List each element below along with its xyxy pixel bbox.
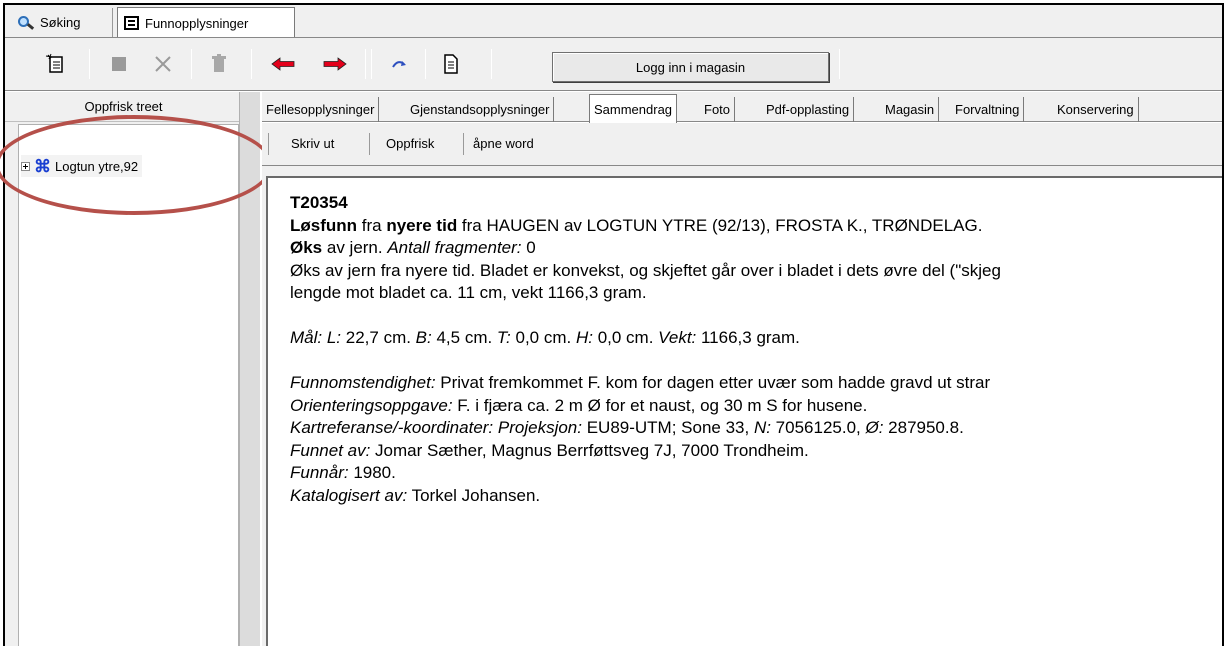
toolbar-separator — [425, 49, 426, 79]
toolbar-separator — [371, 49, 372, 79]
open-word-button[interactable]: åpne word — [473, 136, 534, 151]
refresh-button[interactable]: Oppfrisk — [386, 136, 434, 151]
tab-magasin[interactable]: Magasin — [881, 97, 940, 122]
tab-label: Konservering — [1057, 102, 1134, 117]
find-line: Løsfunn fra nyere tid fra HAUGEN av LOGT… — [290, 215, 983, 235]
command-icon: ⌘ — [34, 156, 51, 176]
previous-button[interactable] — [271, 52, 295, 76]
coordinates-line: Kartreferanse/-koordinater: Projeksjon: … — [290, 418, 964, 437]
tab-funnopplysninger[interactable]: Funnopplysninger — [117, 7, 295, 38]
tab-forvaltning[interactable]: Forvaltning — [951, 97, 1025, 122]
delete-button[interactable] — [151, 52, 175, 76]
tab-fellesopplysninger[interactable]: Fellesopplysninger — [262, 97, 380, 122]
cataloged-by-line: Katalogisert av: Torkel Johansen. — [290, 485, 541, 505]
expand-icon[interactable] — [21, 161, 30, 171]
summary-toolbar: Skriv ut Oppfrisk åpne word — [262, 123, 1222, 166]
tab-funnopplysninger-label: Funnopplysninger — [145, 15, 249, 31]
arrow-left-icon — [271, 57, 295, 71]
login-magasin-button[interactable]: Logg inn i magasin — [552, 52, 829, 82]
find-circumstance-line: Funnomstendighet: Privat fremkommet F. k… — [290, 373, 991, 392]
tab-foto[interactable]: Foto — [700, 97, 736, 122]
tab-soking-label: Søking — [40, 15, 81, 30]
toolbar-separator — [369, 133, 370, 155]
tab-label: Sammendrag — [594, 101, 673, 117]
application-window: Søking Funnopplysninger Logg inn i magas… — [0, 3, 1224, 646]
summary-document: T20354 Løsfunn fra nyere tid fra HAUGEN … — [266, 176, 1222, 646]
toolbar-separator — [191, 49, 192, 79]
form-icon — [124, 16, 139, 30]
tab-label: Forvaltning — [955, 102, 1020, 117]
tab-label: Gjenstandsopplysninger — [410, 102, 550, 117]
refresh-tree-button[interactable]: Oppfrisk treet — [5, 92, 242, 122]
redo-icon — [392, 61, 406, 68]
tree-view[interactable]: ⌘ Logtun ytre,92 — [18, 124, 239, 646]
toolbar-separator — [463, 133, 464, 155]
tab-label: Fellesopplysninger — [266, 102, 375, 117]
object-line: Øks av jern. Antall fragmenter: 0 — [290, 238, 536, 257]
tab-konservering[interactable]: Konservering — [1053, 97, 1139, 122]
new-document-button[interactable] — [44, 52, 68, 76]
tab-soking[interactable]: Søking — [11, 8, 113, 37]
next-button[interactable] — [323, 52, 347, 76]
page-icon — [444, 54, 458, 74]
tree-node-logtun-ytre[interactable]: ⌘ Logtun ytre,92 — [21, 155, 143, 177]
found-by-line: Funnet av: Jomar Sæther, Magnus Berrføtt… — [290, 440, 809, 460]
new-document-icon — [45, 53, 63, 73]
description-line: lengde mot bladet ca. 11 cm, vekt 1166,3… — [290, 283, 647, 302]
search-icon — [17, 15, 35, 30]
redo-button[interactable] — [387, 52, 411, 76]
content-tab-bar: Fellesopplysninger Gjenstandsopplysninge… — [262, 92, 1222, 123]
toolbar-separator — [89, 49, 90, 79]
login-magasin-label: Logg inn i magasin — [635, 59, 746, 75]
main-toolbar: Logg inn i magasin — [5, 38, 1222, 91]
refresh-tree-label: Oppfrisk treet — [84, 99, 163, 114]
measurements-line: Mål: L: 22,7 cm. B: 4,5 cm. T: 0,0 cm. H… — [290, 328, 800, 347]
toolbar-separator — [251, 49, 252, 79]
toolbar-separator — [491, 49, 492, 79]
tab-gjenstandsopplysninger[interactable]: Gjenstandsopplysninger — [406, 97, 555, 122]
stop-icon — [112, 57, 126, 71]
window-tab-bar: Søking Funnopplysninger — [5, 5, 1222, 38]
catalog-id: T20354 — [290, 193, 348, 212]
trash-button[interactable] — [207, 52, 231, 76]
tab-label: Magasin — [885, 102, 935, 117]
find-year-line: Funnår: 1980. — [290, 463, 396, 482]
print-button[interactable]: Skriv ut — [291, 136, 334, 151]
summary-area: T20354 Løsfunn fra nyere tid fra HAUGEN … — [262, 166, 1222, 646]
trash-icon — [212, 54, 226, 72]
summary-text: T20354 Løsfunn fra nyere tid fra HAUGEN … — [290, 192, 1222, 507]
tab-label: Foto — [704, 102, 731, 117]
tree-node-label: Logtun ytre,92 — [55, 158, 139, 174]
stop-button[interactable] — [107, 52, 131, 76]
description-line: Øks av jern fra nyere tid. Bladet er kon… — [290, 260, 1001, 280]
tree-panel: Oppfrisk treet ⌘ Logtun ytre,92 — [5, 92, 242, 646]
toolbar-separator — [839, 49, 840, 79]
toolbar-separator — [365, 49, 366, 79]
toolbar-separator — [268, 133, 269, 155]
delete-icon — [155, 56, 171, 72]
tab-label: Pdf-opplasting — [766, 102, 850, 117]
tab-sammendrag[interactable]: Sammendrag — [589, 94, 678, 123]
page-button[interactable] — [439, 52, 463, 76]
vertical-splitter[interactable] — [239, 92, 260, 646]
tab-pdf-opplasting[interactable]: Pdf-opplasting — [762, 97, 855, 122]
orientation-line: Orienteringsoppgave: F. i fjæra ca. 2 m … — [290, 395, 868, 415]
arrow-right-icon — [323, 57, 347, 71]
